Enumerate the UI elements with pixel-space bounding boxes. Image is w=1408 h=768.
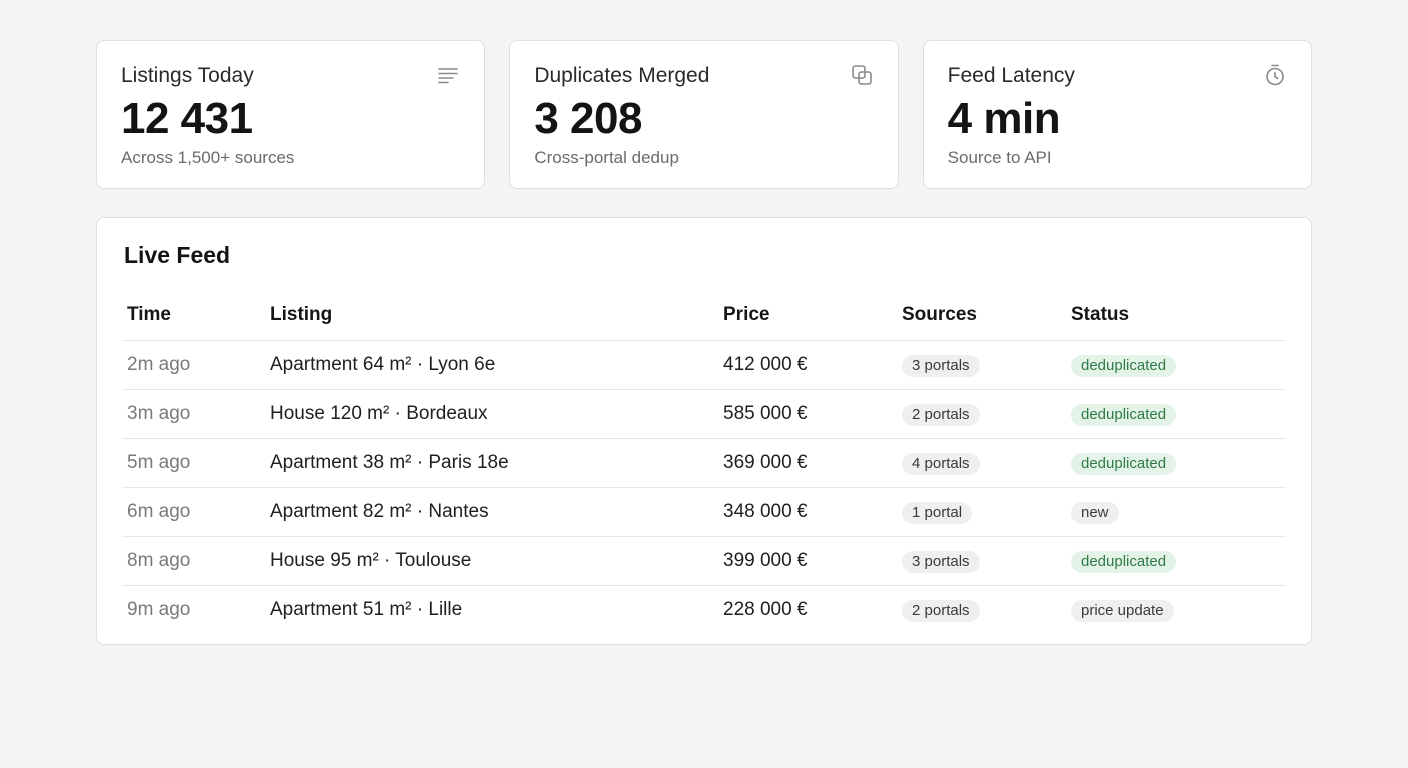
- status-badge: deduplicated: [1071, 550, 1177, 573]
- status-badge: deduplicated: [1071, 452, 1177, 475]
- listing-cell: House 95 m² · Toulouse: [265, 536, 718, 586]
- table-row[interactable]: 9m ago Apartment 51 m² · Lille 228 000 €…: [122, 586, 1286, 635]
- status-cell: deduplicated: [1066, 340, 1286, 390]
- price-cell: 399 000 €: [718, 536, 897, 586]
- panel-title: Live Feed: [124, 242, 231, 268]
- table-row[interactable]: 3m ago House 120 m² · Bordeaux 585 000 €…: [122, 389, 1286, 439]
- time-cell: 8m ago: [122, 536, 265, 586]
- sources-cell: 2 portals: [897, 389, 1066, 439]
- time-cell: 2m ago: [122, 340, 265, 390]
- status-cell: deduplicated: [1066, 438, 1286, 488]
- table-row[interactable]: 2m ago Apartment 64 m² · Lyon 6e 412 000…: [122, 340, 1286, 390]
- status-badge: deduplicated: [1071, 403, 1177, 426]
- price-cell: 348 000 €: [718, 487, 897, 537]
- status-badge: new: [1071, 501, 1119, 524]
- listing-cell: House 120 m² · Bordeaux: [265, 389, 718, 439]
- sources-badge: 1 portal: [902, 501, 973, 524]
- time-cell: 5m ago: [122, 438, 265, 488]
- table-row[interactable]: 5m ago Apartment 38 m² · Paris 18e 369 0…: [122, 438, 1286, 488]
- table-row[interactable]: 6m ago Apartment 82 m² · Nantes 348 000 …: [122, 487, 1286, 537]
- stopwatch-icon: [1263, 63, 1287, 87]
- sources-cell: 1 portal: [897, 487, 1066, 537]
- stat-value: 4 min: [947, 94, 1061, 143]
- price-cell: 412 000 €: [718, 340, 897, 390]
- stat-label: Duplicates Merged: [534, 64, 710, 87]
- sources-cell: 3 portals: [897, 536, 1066, 586]
- stat-value: 3 208: [534, 94, 642, 143]
- listing-cell: Apartment 82 m² · Nantes: [265, 487, 718, 537]
- price-cell: 228 000 €: [723, 599, 808, 620]
- stat-card-feed-latency: Feed Latency 4 min Source to API: [922, 40, 1312, 189]
- stat-label: Listings Today: [121, 64, 254, 87]
- status-cell: deduplicated: [1066, 389, 1286, 439]
- status-badge: deduplicated: [1071, 354, 1177, 377]
- status-cell: price update: [1066, 586, 1286, 635]
- table-row[interactable]: 8m ago House 95 m² · Toulouse 399 000 € …: [122, 536, 1286, 586]
- column-header-status: Status: [1066, 290, 1286, 341]
- status-cell: deduplicated: [1066, 536, 1286, 586]
- sources-cell: 3 portals: [897, 340, 1066, 390]
- stat-subtitle: Across 1,500+ sources: [121, 148, 295, 167]
- sources-badge: 2 portals: [902, 599, 980, 622]
- live-feed-table: Time Listing Price Sources Status 2m ago…: [122, 290, 1286, 634]
- sources-badge: 2 portals: [902, 403, 980, 426]
- listing-cell: Apartment 64 m² · Lyon 6e: [265, 340, 718, 390]
- stat-label: Feed Latency: [947, 64, 1075, 87]
- stats-row: Listings Today 12 431 Across 1,500+ sour…: [96, 40, 1312, 189]
- sources-cell: 4 portals: [897, 438, 1066, 488]
- column-header-time: Time: [122, 290, 265, 341]
- time-cell: 3m ago: [122, 389, 265, 439]
- time-cell: 9m ago: [127, 599, 191, 620]
- price-cell: 585 000 €: [718, 389, 897, 439]
- listing-cell: Apartment 51 m² · Lille: [270, 599, 463, 620]
- time-cell: 6m ago: [122, 487, 265, 537]
- status-badge: price update: [1071, 599, 1174, 622]
- table-header-row: Time Listing Price Sources Status: [122, 290, 1286, 341]
- status-cell: new: [1066, 487, 1286, 537]
- list-lines-icon: [436, 63, 460, 87]
- price-cell: 369 000 €: [718, 438, 897, 488]
- stat-card-duplicates-merged: Duplicates Merged 3 208 Cross-portal ded…: [509, 40, 899, 189]
- stat-value: 12 431: [121, 94, 253, 143]
- copy-squares-icon: [850, 63, 874, 87]
- stat-subtitle: Cross-portal dedup: [534, 148, 679, 167]
- column-header-price: Price: [718, 290, 897, 341]
- column-header-listing: Listing: [265, 290, 718, 341]
- sources-badge: 4 portals: [902, 452, 980, 475]
- sources-badge: 3 portals: [902, 354, 980, 377]
- stat-subtitle: Source to API: [947, 148, 1052, 167]
- column-header-sources: Sources: [897, 290, 1066, 341]
- sources-badge: 3 portals: [902, 550, 980, 573]
- stat-card-listings-today: Listings Today 12 431 Across 1,500+ sour…: [96, 40, 486, 189]
- live-feed-panel: Live Feed Time Listing Price Sources Sta…: [96, 217, 1312, 645]
- sources-cell: 2 portals: [897, 586, 1066, 635]
- listing-cell: Apartment 38 m² · Paris 18e: [265, 438, 718, 488]
